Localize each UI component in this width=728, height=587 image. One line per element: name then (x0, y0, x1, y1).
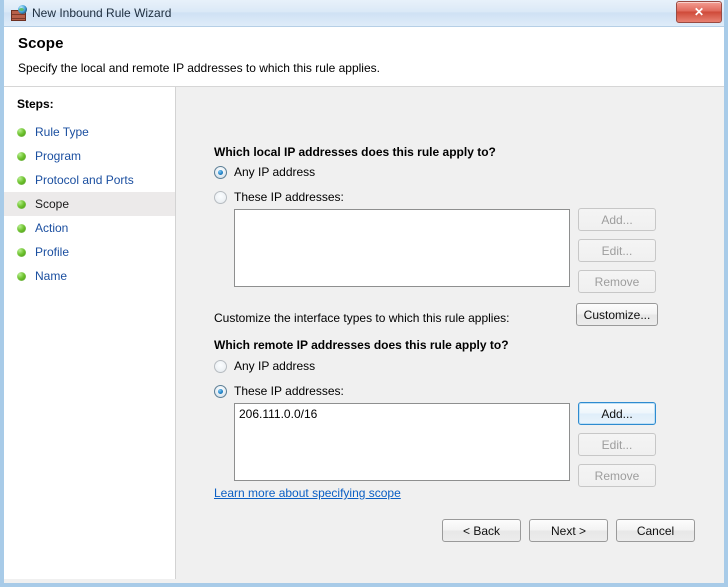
interface-types-label: Customize the interface types to which t… (214, 311, 510, 325)
local-these-ip-radio[interactable]: These IP addresses: (214, 190, 344, 204)
sidebar-item-label: Program (35, 149, 82, 163)
sidebar-item-program[interactable]: Program (4, 144, 175, 168)
sidebar-item-label: Profile (35, 245, 70, 259)
step-bullet-icon (17, 127, 26, 137)
steps-heading: Steps: (17, 97, 54, 111)
step-bullet-icon (17, 223, 26, 233)
sidebar-item-protocol-and-ports[interactable]: Protocol and Ports (4, 168, 175, 192)
step-bullet-icon (17, 151, 26, 161)
sidebar-item-action[interactable]: Action (4, 216, 175, 240)
customize-button[interactable]: Customize... (576, 303, 658, 326)
remote-ip-listbox[interactable]: 206.111.0.0/16 (234, 403, 570, 481)
window-title: New Inbound Rule Wizard (32, 6, 172, 20)
local-ip-question: Which local IP addresses does this rule … (214, 145, 496, 159)
remote-any-ip-radio[interactable]: Any IP address (214, 359, 315, 373)
sidebar-item-label: Action (35, 221, 69, 235)
step-bullet-icon (17, 175, 26, 185)
local-ip-listbox[interactable] (234, 209, 570, 287)
step-bullet-icon (17, 247, 26, 257)
cancel-button[interactable]: Cancel (616, 519, 695, 542)
remote-edit-button: Edit... (578, 433, 656, 456)
local-these-ip-label: These IP addresses: (234, 190, 344, 204)
sidebar-item-rule-type[interactable]: Rule Type (4, 120, 175, 144)
close-icon[interactable]: ✕ (676, 1, 722, 23)
local-any-ip-radio[interactable]: Any IP address (214, 165, 315, 179)
list-item[interactable]: 206.111.0.0/16 (239, 407, 565, 422)
step-bullet-icon (17, 271, 26, 281)
body: Steps: Rule Type Program Protocol and Po… (4, 87, 724, 579)
main-pane: Which local IP addresses does this rule … (176, 87, 724, 579)
radio-selected-icon (214, 165, 227, 179)
back-button[interactable]: < Back (442, 519, 521, 542)
local-any-ip-label: Any IP address (234, 165, 316, 179)
local-remove-button: Remove (578, 270, 656, 293)
sidebar-item-profile[interactable]: Profile (4, 240, 175, 264)
sidebar-item-scope[interactable]: Scope (4, 192, 175, 216)
sidebar-item-name[interactable]: Name (4, 264, 175, 288)
radio-unselected-icon (214, 359, 227, 373)
sidebar-item-label: Name (35, 269, 68, 283)
sidebar-item-label: Rule Type (35, 125, 89, 139)
title-bar: New Inbound Rule Wizard ✕ (4, 0, 724, 27)
remote-any-ip-label: Any IP address (234, 359, 316, 373)
page-header: Scope Specify the local and remote IP ad… (4, 27, 724, 87)
sidebar-item-label: Protocol and Ports (35, 173, 134, 187)
remote-add-button[interactable]: Add... (578, 402, 656, 425)
remote-remove-button: Remove (578, 464, 656, 487)
next-button[interactable]: Next > (529, 519, 608, 542)
remote-these-ip-label: These IP addresses: (234, 384, 344, 398)
sidebar-item-label: Scope (35, 197, 70, 211)
page-title: Scope (18, 35, 64, 52)
local-add-button: Add... (578, 208, 656, 231)
wizard-window: New Inbound Rule Wizard ✕ Scope Specify … (0, 0, 728, 587)
step-bullet-icon (17, 199, 26, 209)
radio-unselected-icon (214, 190, 227, 204)
firewall-brick-globe-icon (11, 5, 27, 21)
radio-selected-icon (214, 384, 227, 398)
page-subtitle: Specify the local and remote IP addresse… (18, 61, 380, 75)
steps-sidebar: Steps: Rule Type Program Protocol and Po… (4, 87, 176, 579)
remote-ip-question: Which remote IP addresses does this rule… (214, 338, 509, 352)
learn-more-link[interactable]: Learn more about specifying scope (214, 486, 401, 500)
remote-these-ip-radio[interactable]: These IP addresses: (214, 384, 344, 398)
local-edit-button: Edit... (578, 239, 656, 262)
